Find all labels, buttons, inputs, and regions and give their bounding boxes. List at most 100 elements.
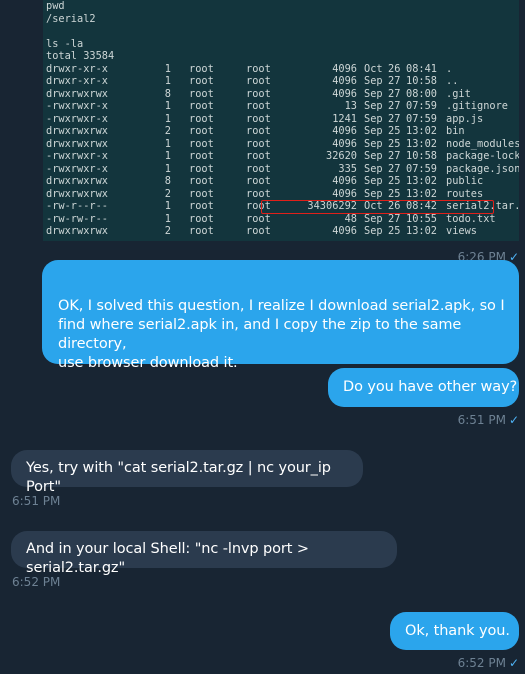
ls-row: drwxr-xr-x 1 root root 4096 Sep 27 10:58..: [43, 75, 519, 88]
ls-cell-links: 8: [164, 87, 171, 100]
ls-cell-links: 2: [164, 225, 171, 237]
ls-cell-time: 07:59: [406, 162, 437, 175]
message-text-line: Do you have other way?: [343, 379, 518, 395]
timestamp: 6:51 PM: [12, 494, 61, 508]
terminal-line: /serial2: [46, 12, 96, 25]
ls-cell-day: 27: [388, 162, 401, 175]
ls-cell-owner: root: [189, 125, 214, 137]
ls-cell-links: 2: [164, 125, 171, 137]
ls-cell-owner: root: [189, 175, 214, 187]
ls-cell-size: 335: [338, 162, 357, 175]
ls-cell-size: 4096: [332, 137, 357, 150]
ls-cell-time: 08:41: [406, 62, 437, 75]
ls-cell-name: public: [446, 175, 484, 187]
ls-cell-name: .git: [446, 87, 471, 100]
ls-cell-day: 25: [388, 175, 401, 187]
ls-row: drwxrwxrwx 2 root root 4096 Sep 25 13:02 bin: [43, 125, 519, 138]
ls-cell-owner: root: [189, 187, 214, 200]
ls-cell-name: todo.txt: [446, 212, 496, 225]
ls-cell-links: 1: [164, 75, 171, 87]
ls-cell-group: root: [246, 100, 271, 112]
ls-cell-owner: root: [189, 75, 214, 87]
terminal-line: total 33584: [46, 50, 115, 62]
ls-cell-perm: drwxrwxrwx: [46, 187, 108, 200]
ls-cell-perm: -rwxrwxr-x: [46, 112, 108, 125]
message-meta: 6:52 PM ✓: [458, 656, 519, 670]
message-bubble-outgoing[interactable]: OK, I solved this question, I realize I …: [42, 260, 519, 371]
ls-cell-owner: root: [189, 162, 214, 175]
ls-row: -rw-rw-r-- 1 root root 48 Sep 27 10:55 todo.txt: [43, 213, 519, 226]
ls-cell-perm: drwxrwxrwx: [46, 87, 108, 100]
message-meta: 6:51 PM ✓: [458, 413, 519, 427]
ls-cell-perm: -rw-rw-r--: [46, 212, 108, 225]
ls-cell-name: bin: [446, 125, 465, 137]
ls-cell-month: Sep: [364, 112, 383, 125]
ls-cell-day: 27: [388, 87, 401, 100]
ls-cell-name: node_modules: [446, 137, 519, 150]
ls-cell-links: 2: [164, 187, 171, 200]
ls-cell-perm: -rw-r--r--: [46, 200, 108, 212]
ls-cell-month: Sep: [364, 100, 383, 112]
ls-cell-owner: root: [189, 112, 214, 125]
ls-cell-time: 07:59: [406, 112, 437, 125]
ls-cell-time: 13:02: [406, 137, 437, 150]
ls-cell-time: 10:58: [406, 75, 437, 87]
ls-cell-size: 4096: [332, 187, 357, 200]
ls-row: drwxrwxrwx 2 root root 4096 Sep 25 13:02 views: [43, 225, 519, 238]
ls-cell-day: 25: [388, 225, 401, 237]
ls-cell-month: Sep: [364, 137, 383, 150]
message-bubble-incoming[interactable]: And in your local Shell: "nc -lnvp port …: [11, 531, 397, 576]
ls-cell-day: 25: [388, 137, 401, 150]
read-check-icon: ✓: [508, 413, 519, 427]
read-check-icon: ✓: [508, 656, 519, 670]
ls-row: -rwxrwxr-x 1 root root 1241 Sep 27 07:59 app.js: [43, 113, 519, 126]
ls-row: -rwxrwxr-x 1 root root 32620 Sep 27 10:58 packag…: [43, 150, 519, 163]
ls-cell-time: 13:02: [406, 187, 437, 200]
ls-cell-links: 1: [164, 62, 171, 75]
ls-cell-name: package-lock.json: [446, 150, 519, 162]
ls-cell-size: 4096: [332, 125, 357, 137]
ls-cell-group: root: [246, 62, 271, 75]
ls-cell-month: Sep: [364, 75, 383, 87]
ls-row: drwxrwxrwx 2 root root 4096 Sep 25 13:02 routes: [43, 188, 519, 201]
ls-cell-perm: drwxr-xr-x: [46, 62, 108, 75]
ls-cell-month: Sep: [364, 150, 383, 162]
ls-cell-time: 10:58: [406, 150, 437, 162]
message-bubble-incoming[interactable]: Yes, try with "cat serial2.tar.gz | nc y…: [11, 450, 363, 495]
ls-cell-perm: drwxrwxrwx: [46, 225, 108, 237]
timestamp: 6:52 PM: [12, 575, 61, 589]
message-text-line: find where serial2.apk in, and I copy th…: [58, 317, 462, 352]
highlight-box: [261, 200, 494, 214]
ls-cell-time: 08:00: [406, 87, 437, 100]
ls-cell-group: root: [246, 162, 271, 175]
ls-cell-perm: -rwxrwxr-x: [46, 100, 108, 112]
ls-cell-links: 1: [164, 212, 171, 225]
ls-cell-owner: root: [189, 137, 214, 150]
ls-cell-group: root: [246, 225, 271, 237]
message-bubble-outgoing[interactable]: Do you have other way?: [328, 368, 519, 407]
ls-cell-group: root: [246, 75, 271, 87]
ls-cell-links: 1: [164, 162, 171, 175]
ls-row: drwxrwxrwx 1 root root 4096 Sep 25 13:02 node_mo…: [43, 138, 519, 151]
ls-cell-month: Sep: [364, 175, 383, 187]
ls-cell-month: Sep: [364, 87, 383, 100]
ls-cell-day: 26: [388, 62, 401, 75]
message-text-line: And in your local Shell: "nc -lnvp port …: [26, 541, 309, 576]
ls-cell-owner: root: [189, 62, 214, 75]
ls-cell-time: 13:02: [406, 125, 437, 137]
terminal-screenshot[interactable]: pwd /serial2 ls -la total 33584 drwxr-xr…: [43, 0, 519, 241]
message-bubble-outgoing[interactable]: Ok, thank you.: [390, 612, 519, 650]
ls-row: drwxrwxrwx 8 root root 4096 Sep 27 08:00 .git: [43, 88, 519, 101]
ls-row: -rwxrwxr-x 1 root root 13 Sep 27 07:59 .gitignor…: [43, 100, 519, 113]
ls-cell-links: 1: [164, 150, 171, 162]
ls-cell-group: root: [246, 212, 271, 225]
ls-cell-time: 07:59: [406, 100, 437, 112]
ls-cell-day: 27: [388, 100, 401, 112]
ls-cell-name: views: [446, 225, 477, 237]
ls-cell-month: Sep: [364, 125, 383, 137]
ls-cell-group: root: [246, 137, 271, 150]
ls-cell-perm: drwxrwxrwx: [46, 125, 108, 137]
timestamp: 6:52 PM: [457, 656, 506, 670]
ls-cell-group: root: [246, 150, 271, 162]
ls-cell-size: 4096: [332, 225, 357, 237]
